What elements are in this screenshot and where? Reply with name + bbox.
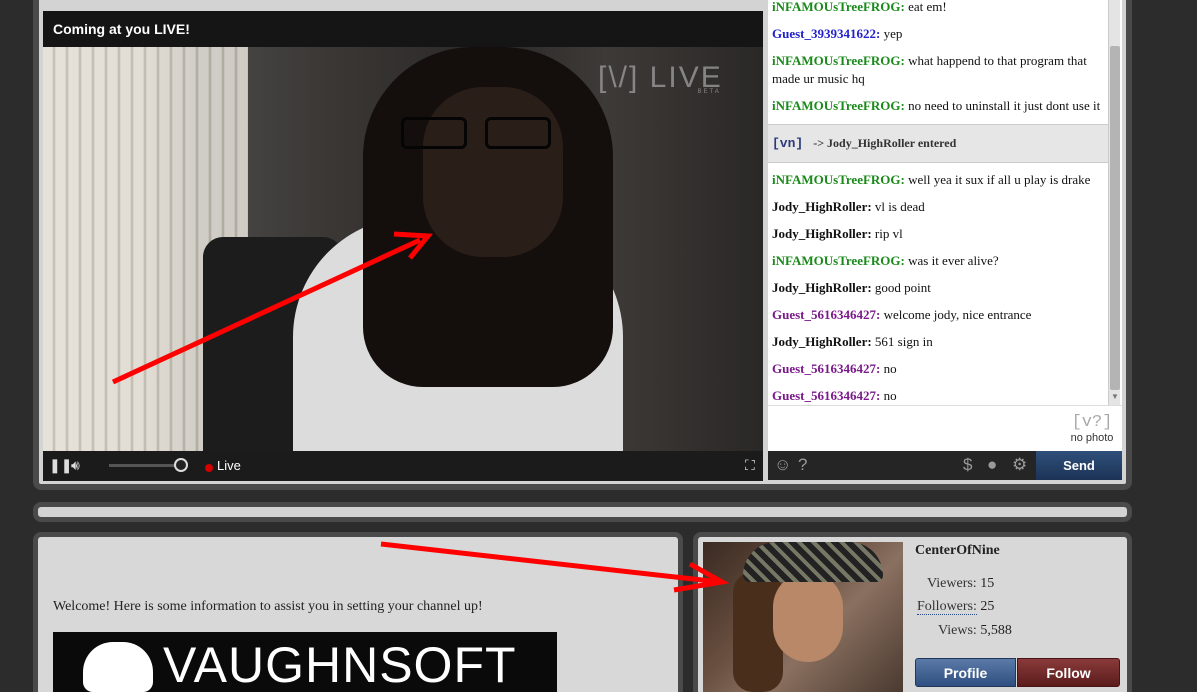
chat-username[interactable]: Guest_3939341622: <box>772 26 880 41</box>
help-icon[interactable]: ? <box>798 455 807 475</box>
chat-username[interactable]: Jody_HighRoller: <box>772 199 872 214</box>
channel-name: CenterOfNine <box>915 543 1000 558</box>
chat-username[interactable]: iNFAMOUsTreeFROG: <box>772 53 905 68</box>
chat-message: Jody_HighRoller: rip vl <box>768 221 1108 248</box>
chat-message: Guest_3939341622: yep <box>768 21 1108 48</box>
chat-message: iNFAMOUsTreeFROG: what happend to that p… <box>768 48 1108 93</box>
chat-message: Guest_5616346427: no <box>768 383 1108 405</box>
stream-title: Coming at you LIVE! <box>43 11 763 47</box>
video-controls: ❚❚ 🔊︎ Live ⛶ <box>43 451 763 481</box>
chat-username[interactable]: Jody_HighRoller: <box>772 280 872 295</box>
dollar-icon[interactable]: $ <box>963 455 972 475</box>
chat-message: Guest_5616346427: no <box>768 356 1108 383</box>
glasses <box>401 117 561 151</box>
user-icon[interactable]: ● <box>987 455 997 475</box>
live-watermark-logo: [\/] LIVE BETA <box>598 61 723 95</box>
volume-icon[interactable]: 🔊︎ <box>71 457 80 474</box>
dog-logo-icon <box>83 642 153 692</box>
pause-icon[interactable]: ❚❚ <box>49 457 72 474</box>
profile-button[interactable]: Profile <box>915 658 1016 687</box>
chat-text: no need to uninstall it just dont use it <box>904 98 1101 113</box>
chat-text: vl is dead <box>871 199 925 214</box>
views-stat: Views: 5,588 <box>938 623 1012 638</box>
face <box>423 87 563 257</box>
follow-button[interactable]: Follow <box>1017 658 1120 687</box>
followers-link[interactable]: Followers: <box>917 599 977 615</box>
chat-username[interactable]: Guest_5616346427: <box>772 361 880 376</box>
chat-message: iNFAMOUsTreeFROG: well yea it sux if all… <box>768 167 1108 194</box>
chat-log[interactable]: iNFAMOUsTreeFROG: eat em! Guest_393934162… <box>768 0 1122 405</box>
scroll-down-arrow-icon[interactable]: ▼ <box>1110 392 1120 402</box>
chat-username[interactable]: Jody_HighRoller: <box>772 226 872 241</box>
volume-slider-knob[interactable] <box>174 458 188 472</box>
chat-message: Jody_HighRoller: good point <box>768 275 1108 302</box>
fullscreen-icon[interactable]: ⛶ <box>745 457 755 474</box>
vn-logo-icon: [vn] <box>772 136 804 151</box>
live-dot-icon <box>205 464 213 472</box>
chat-text: yep <box>880 26 903 41</box>
chat-text: welcome jody, nice entrance <box>880 307 1032 322</box>
no-photo-avatar: [v?] no photo <box>1070 413 1114 445</box>
chat-messages: iNFAMOUsTreeFROG: eat em! Guest_393934162… <box>768 0 1108 405</box>
smiley-icon[interactable]: ☺ <box>774 455 791 475</box>
system-message: [vn] -> Jody_HighRoller entered <box>768 124 1108 163</box>
system-text: -> Jody_HighRoller entered <box>813 136 957 150</box>
channel-avatar[interactable] <box>703 542 903 692</box>
chat-username[interactable]: Guest_5616346427: <box>772 307 880 322</box>
chat-message: iNFAMOUsTreeFROG: eat em! <box>768 0 1108 21</box>
video-frame[interactable]: [\/] LIVE BETA <box>43 47 763 451</box>
divider-bar <box>33 502 1132 522</box>
chat-text: rip vl <box>871 226 903 241</box>
chat-username[interactable]: iNFAMOUsTreeFROG: <box>772 0 905 14</box>
chat-username[interactable]: Jody_HighRoller: <box>772 334 872 349</box>
chat-message: iNFAMOUsTreeFROG: no need to uninstall i… <box>768 93 1108 120</box>
chat-text: 561 sign in <box>871 334 933 349</box>
chat-username[interactable]: iNFAMOUsTreeFROG: <box>772 98 905 113</box>
chat-message: Jody_HighRoller: 561 sign in <box>768 329 1108 356</box>
chat-text: no <box>880 388 897 403</box>
live-label: Live <box>217 458 241 473</box>
vaughnsoft-banner[interactable]: VAUGHNSOFT <box>53 632 557 692</box>
chat-message: Jody_HighRoller: vl is dead <box>768 194 1108 221</box>
chat-username[interactable]: Guest_5616346427: <box>772 388 880 403</box>
chat-text: was it ever alive? <box>904 253 999 268</box>
chat-scrollbar[interactable]: ▼ <box>1108 0 1120 405</box>
viewers-stat: Viewers: 15 <box>927 576 995 591</box>
chat-message: Guest_5616346427: welcome jody, nice ent… <box>768 302 1108 329</box>
video-player[interactable]: Coming at you LIVE! [\/] LIVE BETA ❚❚ 🔊︎… <box>43 11 763 481</box>
chat-message: iNFAMOUsTreeFROG: was it ever alive? <box>768 248 1108 275</box>
chat-text: no <box>880 361 897 376</box>
chat-scroll-thumb[interactable] <box>1110 46 1120 390</box>
chat-text: eat em! <box>904 0 947 14</box>
welcome-text: Welcome! Here is some information to ass… <box>53 599 483 614</box>
send-button[interactable]: Send <box>1036 451 1122 480</box>
chat-text: good point <box>871 280 931 295</box>
volume-slider-track[interactable] <box>109 464 183 467</box>
followers-stat: Followers: 25 <box>917 599 995 615</box>
chat-text: well yea it sux if all u play is drake <box>904 172 1091 187</box>
chat-username[interactable]: iNFAMOUsTreeFROG: <box>772 172 905 187</box>
chat-username[interactable]: iNFAMOUsTreeFROG: <box>772 253 905 268</box>
gear-icon[interactable]: ⚙ <box>1012 455 1027 475</box>
chat-toolbar: ☺ ? $ ● ⚙ Send <box>768 451 1122 480</box>
